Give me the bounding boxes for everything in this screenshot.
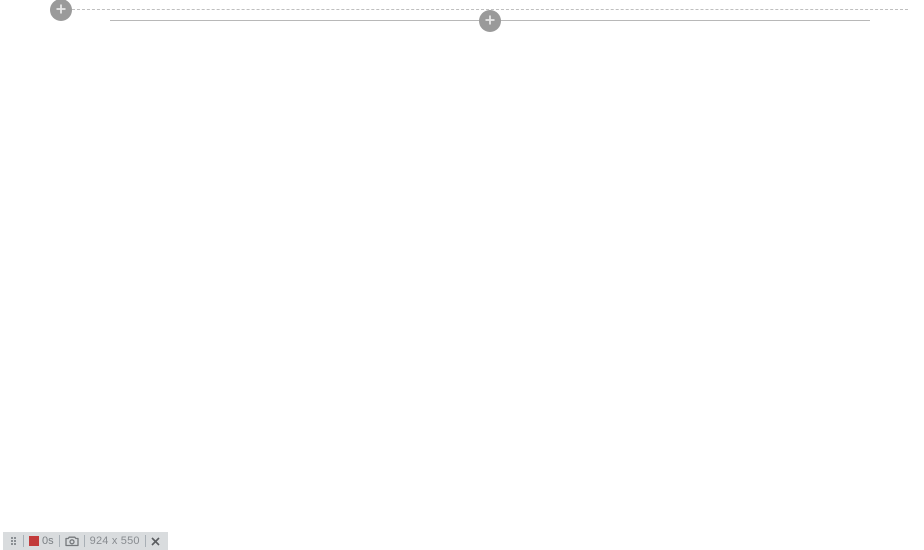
timer-label: 0s: [39, 535, 54, 547]
capture-toolbar: 0s 924 x 550: [3, 532, 168, 550]
close-icon: [151, 537, 160, 546]
plus-icon: [55, 3, 67, 18]
screenshot-button[interactable]: [61, 532, 83, 550]
separator: [84, 535, 85, 547]
plus-icon: [484, 14, 496, 29]
add-row-button[interactable]: [50, 0, 72, 21]
add-column-button[interactable]: [479, 10, 501, 32]
separator: [145, 535, 146, 547]
canvas-area: [0, 0, 924, 530]
record-icon: [29, 536, 39, 546]
record-button[interactable]: 0s: [25, 532, 58, 550]
separator: [23, 535, 24, 547]
separator: [59, 535, 60, 547]
camera-icon: [65, 536, 79, 547]
grip-icon: [9, 537, 18, 545]
drag-handle[interactable]: [5, 532, 22, 550]
dimensions-label: 924 x 550: [86, 532, 144, 550]
close-button[interactable]: [147, 532, 164, 550]
